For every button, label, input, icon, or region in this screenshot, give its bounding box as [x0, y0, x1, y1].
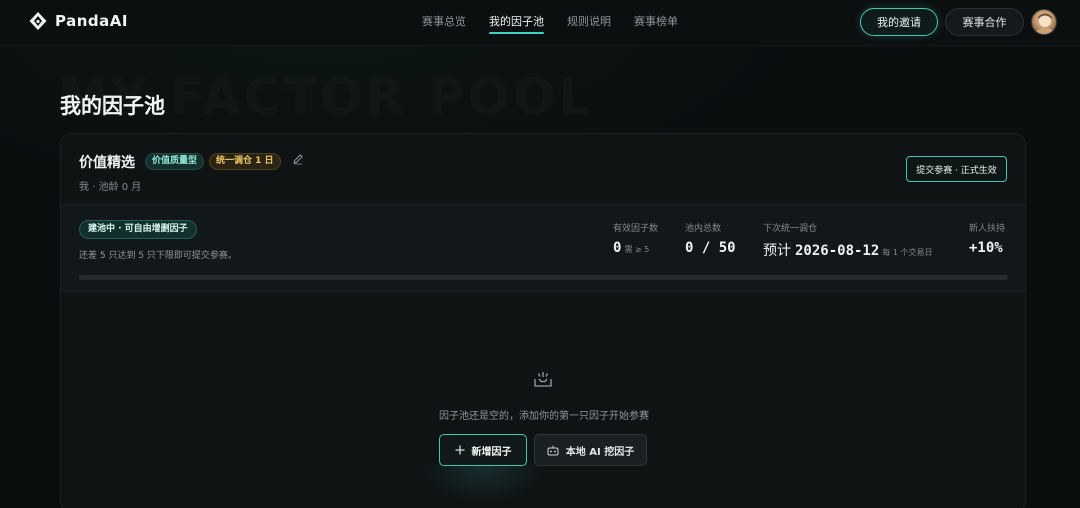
local-ai-mine-button[interactable]: 本地 AI 挖因子 — [534, 434, 647, 466]
factor-pool-card: 价值精选 价值质量型 统一调仓 1 日 我 · 池龄 0 月 提交参赛 · 正式… — [60, 133, 1026, 508]
stat-value: +10% — [969, 240, 1003, 256]
avatar[interactable] — [1031, 9, 1057, 35]
stat-number: 0 — [613, 240, 622, 256]
stat-sub: 需 ≥ 5 — [624, 245, 650, 254]
edit-icon[interactable] — [292, 153, 304, 165]
add-factor-label: 新增因子 — [471, 446, 512, 458]
pool-name: 价值精选 — [79, 155, 135, 171]
stat-next-rebalance: 下次统一调仓 预计 2026-08-12 每 1 个交易日 — [763, 221, 932, 260]
stat-number: 2026-08-12 — [795, 243, 880, 259]
stat-label: 池内总数 — [685, 224, 722, 234]
nav-link-leaderboard[interactable]: 赛事榜单 — [634, 0, 678, 46]
stat-newcomer-bonus: 新人扶持 +10% — [969, 221, 1005, 256]
add-factor-button[interactable]: 新增因子 — [439, 434, 527, 466]
stat-label: 下次统一调仓 — [763, 224, 818, 234]
stat-sub: 每 1 个交易日 — [882, 248, 933, 257]
pool-meta: 我 · 池龄 0 月 — [79, 182, 142, 193]
pool-type-tag: 价值质量型 — [145, 153, 205, 170]
nav-link-overview[interactable]: 赛事总览 — [422, 0, 466, 46]
status-band: 建池中 · 可自由增删因子 还差 5 只达到 5 只下限即可提交参赛。 有效因子… — [61, 204, 1025, 292]
pool-header: 价值精选 价值质量型 统一调仓 1 日 我 · 池龄 0 月 提交参赛 · 正式… — [61, 134, 1025, 204]
nav-link-rules[interactable]: 规则说明 — [567, 0, 611, 46]
stat-prefix: 预计 — [763, 243, 791, 259]
robot-icon — [547, 445, 559, 455]
stat-value: 0需 ≥ 5 — [613, 240, 658, 256]
plus-icon — [455, 445, 464, 455]
page-title: 我的因子池 — [60, 94, 165, 118]
empty-state-text: 因子池还是空的，添加你的第一只因子开始参赛 — [439, 411, 649, 422]
brand-name: PandaAI — [55, 12, 128, 30]
nav-links: 赛事总览 我的因子池 规则说明 赛事榜单 — [422, 0, 701, 46]
avatar-image — [1035, 13, 1055, 34]
invite-button[interactable]: 我的邀请 — [860, 8, 938, 36]
stat-label: 有效因子数 — [613, 224, 659, 234]
stat-value: 0 / 50 — [685, 240, 736, 256]
stat-pool-total: 池内总数 0 / 50 — [685, 221, 736, 256]
panda-icon — [29, 12, 47, 30]
stat-value: 预计 2026-08-12 每 1 个交易日 — [763, 240, 932, 260]
status-hint: 还差 5 只达到 5 只下限即可提交参赛。 — [79, 251, 237, 261]
local-ai-label: 本地 AI 挖因子 — [565, 446, 635, 458]
inbox-icon — [534, 372, 552, 387]
rebalance-tag: 统一调仓 1 日 — [209, 153, 281, 170]
stat-valid-factors: 有效因子数 0需 ≥ 5 — [613, 221, 658, 256]
brand[interactable]: PandaAI — [28, 11, 128, 31]
top-nav: PandaAI 赛事总览 我的因子池 规则说明 赛事榜单 我的邀请 赛事合作 — [0, 0, 1080, 46]
status-badge: 建池中 · 可自由增删因子 — [79, 220, 197, 239]
submit-entry-button[interactable]: 提交参赛 · 正式生效 — [906, 156, 1007, 182]
nav-link-my-pool[interactable]: 我的因子池 — [489, 0, 544, 46]
cooperation-button[interactable]: 赛事合作 — [945, 8, 1024, 36]
stat-label: 新人扶持 — [969, 224, 1006, 234]
pool-progress-bar — [79, 275, 1008, 280]
add-button-glow — [421, 464, 545, 504]
